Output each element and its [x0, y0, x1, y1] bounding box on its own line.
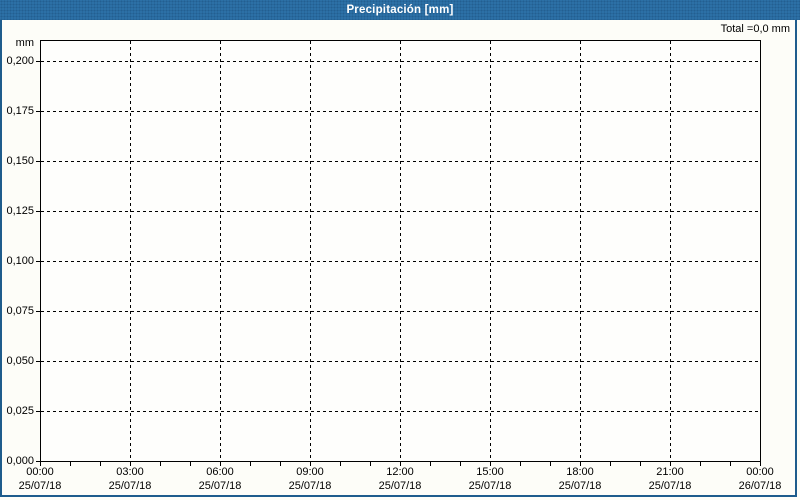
v-gridline — [670, 41, 671, 461]
x-tick-label: 00:00 26/07/18 — [715, 465, 800, 493]
x-tick-date: 25/07/18 — [18, 480, 62, 492]
x-tick-time: 00:00 — [26, 466, 54, 478]
x-tick-date: 26/07/18 — [738, 480, 782, 492]
chart-window: Precipitación [mm] Total =0,0 mm mm 0,20… — [0, 0, 800, 500]
v-gridline — [130, 41, 131, 461]
y-tick-label: 0,100 — [6, 255, 34, 267]
v-gridline — [400, 41, 401, 461]
x-tick-date: 25/07/18 — [108, 480, 152, 492]
x-tick-time: 00:00 — [746, 466, 774, 478]
x-tick-date: 25/07/18 — [288, 480, 332, 492]
x-tick-time: 15:00 — [476, 466, 504, 478]
x-tick-label: 18:00 25/07/18 — [535, 465, 625, 493]
x-tick-time: 03:00 — [116, 466, 144, 478]
y-tick-label: 0,175 — [6, 105, 34, 117]
x-tick-label: 21:00 25/07/18 — [625, 465, 715, 493]
y-axis-unit-label: mm — [15, 37, 34, 49]
total-annotation: Total =0,0 mm — [720, 23, 790, 35]
y-tick-label: 0,050 — [6, 355, 34, 367]
x-tick-time: 12:00 — [386, 466, 414, 478]
x-tick-date: 25/07/18 — [468, 480, 512, 492]
y-tick-label: 0,125 — [6, 205, 34, 217]
x-tick-date: 25/07/18 — [648, 480, 692, 492]
x-tick-label: 12:00 25/07/18 — [355, 465, 445, 493]
v-gridline — [220, 41, 221, 461]
x-tick-time: 09:00 — [296, 466, 324, 478]
v-gridline — [310, 41, 311, 461]
x-tick-label: 09:00 25/07/18 — [265, 465, 355, 493]
x-tick-date: 25/07/18 — [198, 480, 242, 492]
x-tick-label: 15:00 25/07/18 — [445, 465, 535, 493]
y-tick-label: 0,075 — [6, 305, 34, 317]
x-tick-date: 25/07/18 — [378, 480, 422, 492]
y-tick-label: 0,200 — [6, 55, 34, 67]
x-tick-time: 06:00 — [206, 466, 234, 478]
x-tick-label: 03:00 25/07/18 — [85, 465, 175, 493]
chart-title-bar: Precipitación [mm] — [0, 0, 800, 20]
v-gridline — [490, 41, 491, 461]
y-axis-tick-marks — [36, 61, 40, 462]
y-tick-label: 0,150 — [6, 155, 34, 167]
x-tick-label: 06:00 25/07/18 — [175, 465, 265, 493]
y-tick-label: 0,025 — [6, 405, 34, 417]
x-tick-time: 21:00 — [656, 466, 684, 478]
v-gridline — [580, 41, 581, 461]
x-tick-label: 00:00 25/07/18 — [0, 465, 85, 493]
x-tick-date: 25/07/18 — [558, 480, 602, 492]
x-tick-time: 18:00 — [566, 466, 594, 478]
chart-title: Precipitación [mm] — [346, 4, 454, 16]
